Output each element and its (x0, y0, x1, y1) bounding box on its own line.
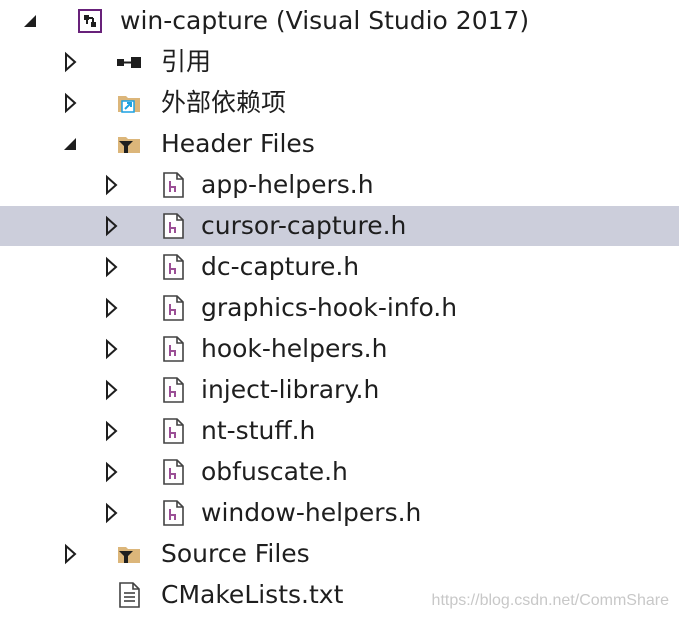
solution-explorer-tree: win-capture (Visual Studio 2017) 引用 外部依赖… (0, 0, 679, 618)
tree-row-header-file[interactable]: hook-helpers.h (0, 329, 679, 369)
collapsed-arrow-icon[interactable] (99, 460, 123, 484)
collapsed-arrow-icon[interactable] (99, 255, 123, 279)
header-file-icon (163, 377, 184, 403)
collapsed-arrow-icon[interactable] (99, 173, 123, 197)
collapsed-arrow-icon[interactable] (58, 91, 82, 115)
project-label: win-capture (Visual Studio 2017) (120, 6, 530, 35)
tree-row-header-file[interactable]: obfuscate.h (0, 452, 679, 492)
tree-row-references[interactable]: 引用 (0, 42, 679, 82)
project-icon (78, 9, 102, 33)
watermark: https://blog.csdn.net/CommShare (431, 592, 669, 609)
header-file-icon (163, 295, 184, 321)
file-label: window-helpers.h (201, 498, 422, 527)
header-file-icon (163, 254, 184, 280)
expanded-arrow-icon[interactable] (58, 132, 82, 156)
collapsed-arrow-icon[interactable] (58, 542, 82, 566)
header-files-label: Header Files (161, 129, 315, 158)
collapsed-arrow-icon[interactable] (99, 419, 123, 443)
file-label: dc-capture.h (201, 252, 360, 281)
file-label: inject-library.h (201, 375, 380, 404)
file-label: graphics-hook-info.h (201, 293, 458, 322)
collapsed-arrow-icon[interactable] (58, 50, 82, 74)
collapsed-arrow-icon[interactable] (99, 378, 123, 402)
header-file-icon (163, 213, 184, 239)
tree-row-header-file[interactable]: app-helpers.h (0, 165, 679, 205)
tree-row-external-deps[interactable]: 外部依赖项 (0, 83, 679, 123)
tree-row-header-file[interactable]: dc-capture.h (0, 247, 679, 287)
expanded-arrow-icon[interactable] (18, 9, 42, 33)
external-deps-label: 外部依赖项 (161, 88, 287, 117)
filter-folder-icon (118, 137, 140, 153)
filter-folder-icon (118, 547, 140, 563)
file-label: cursor-capture.h (201, 211, 407, 240)
header-file-icon (163, 500, 184, 526)
tree-row-project[interactable]: win-capture (Visual Studio 2017) (0, 1, 679, 41)
tree-row-header-file[interactable]: graphics-hook-info.h (0, 288, 679, 328)
header-file-icon (163, 418, 184, 444)
header-file-icon (163, 336, 184, 362)
collapsed-arrow-icon[interactable] (99, 296, 123, 320)
header-file-icon (163, 172, 184, 198)
file-label: nt-stuff.h (201, 416, 316, 445)
header-file-icon (163, 459, 184, 485)
collapsed-arrow-icon[interactable] (99, 337, 123, 361)
tree-row-source-files[interactable]: Source Files (0, 534, 679, 574)
source-files-label: Source Files (161, 539, 310, 568)
tree-row-header-file[interactable]: nt-stuff.h (0, 411, 679, 451)
cmakelists-label: CMakeLists.txt (161, 580, 344, 609)
tree-row-header-files[interactable]: Header Files (0, 124, 679, 164)
references-icon (117, 57, 141, 68)
external-dependencies-icon (118, 96, 140, 113)
file-label: app-helpers.h (201, 170, 374, 199)
tree-row-header-file[interactable]: inject-library.h (0, 370, 679, 410)
tree-row-header-file-selected[interactable]: cursor-capture.h (0, 206, 679, 246)
tree-row-header-file[interactable]: window-helpers.h (0, 493, 679, 533)
collapsed-arrow-icon[interactable] (99, 214, 123, 238)
collapsed-arrow-icon[interactable] (99, 501, 123, 525)
file-label: hook-helpers.h (201, 334, 388, 363)
references-label: 引用 (161, 47, 212, 76)
file-label: obfuscate.h (201, 457, 348, 486)
text-file-icon (119, 582, 140, 608)
